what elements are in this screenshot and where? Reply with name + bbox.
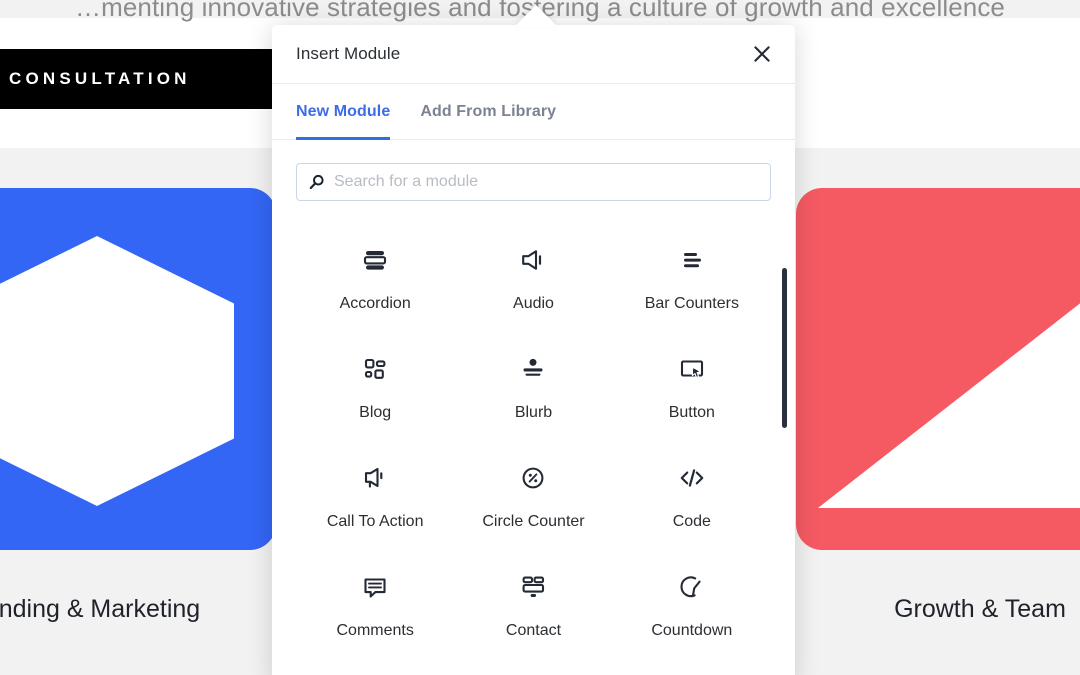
module-item-blurb[interactable]: Blurb: [454, 348, 612, 423]
modal-title: Insert Module: [296, 44, 401, 63]
blurb-icon: [518, 348, 548, 390]
module-label: Blurb: [514, 404, 553, 422]
module-item-comments[interactable]: Comments: [296, 566, 454, 641]
module-item-contact[interactable]: Contact: [454, 566, 612, 641]
module-item-call-to-action[interactable]: Call To Action: [296, 457, 454, 532]
search-icon: [309, 174, 325, 190]
background-card-branding[interactable]: [0, 188, 276, 550]
call-to-action-icon: [360, 457, 390, 499]
modal-pointer-arrow: [514, 5, 558, 27]
module-item-countdown[interactable]: Countdown: [613, 566, 771, 641]
module-label: Comments: [336, 622, 414, 640]
button-icon: [677, 348, 707, 390]
module-item-bar-counters[interactable]: Bar Counters: [613, 239, 771, 314]
module-label: Accordion: [339, 295, 411, 312]
contact-icon: [518, 566, 548, 608]
bar-counters-icon: [677, 239, 707, 281]
accordion-icon: [360, 239, 390, 281]
module-item-accordion[interactable]: Accordion: [296, 239, 454, 314]
module-label: Audio: [513, 295, 554, 312]
module-label: Blog: [359, 404, 392, 422]
tab-new-module[interactable]: New Module: [296, 84, 391, 140]
modal-scrollbar-thumb[interactable]: [782, 268, 787, 428]
audio-icon: [518, 239, 548, 281]
screen: …menting innovative strategies and foste…: [0, 0, 1080, 675]
module-label: Bar Counters: [644, 295, 739, 312]
tab-add-from-library[interactable]: Add From Library: [420, 84, 556, 140]
search-input[interactable]: [334, 173, 760, 191]
module-grid: Accordion Audio Bar Counters Blog Blurb …: [296, 239, 771, 641]
background-card-label-branding: Branding & Marketing: [0, 595, 201, 623]
background-cta-wrapper: GET A FREE CONSULTATION: [0, 49, 280, 109]
get-a-free-consultation-button[interactable]: GET A FREE CONSULTATION: [0, 49, 280, 109]
module-label: Code: [672, 513, 711, 531]
triangle-shape: [818, 258, 1080, 508]
countdown-icon: [677, 566, 707, 608]
blog-icon: [360, 348, 390, 390]
circle-counter-icon: [518, 457, 548, 499]
hexagon-shape: [0, 236, 234, 506]
insert-module-modal: Insert Module New Module Add From Librar…: [272, 25, 795, 675]
search-box[interactable]: [296, 163, 771, 201]
module-item-blog[interactable]: Blog: [296, 348, 454, 423]
background-card-growth[interactable]: [796, 188, 1080, 550]
comments-icon: [360, 566, 390, 608]
module-item-code[interactable]: Code: [613, 457, 771, 532]
close-icon[interactable]: [749, 41, 775, 67]
module-label: Contact: [505, 622, 562, 640]
module-item-circle-counter[interactable]: Circle Counter: [454, 457, 612, 532]
module-label: Button: [668, 404, 715, 422]
modal-tabs: New Module Add From Library: [272, 84, 795, 140]
code-icon: [677, 457, 707, 499]
module-label: Countdown: [651, 622, 733, 640]
background-card-label-growth: Growth & Team: [894, 595, 1066, 623]
module-label: Circle Counter: [482, 513, 585, 531]
modal-body: Accordion Audio: [272, 140, 795, 675]
module-item-audio[interactable]: Audio: [454, 239, 612, 314]
module-item-button[interactable]: Button: [613, 348, 771, 423]
modal-header: Insert Module: [272, 25, 795, 84]
module-label: Call To Action: [326, 513, 424, 531]
